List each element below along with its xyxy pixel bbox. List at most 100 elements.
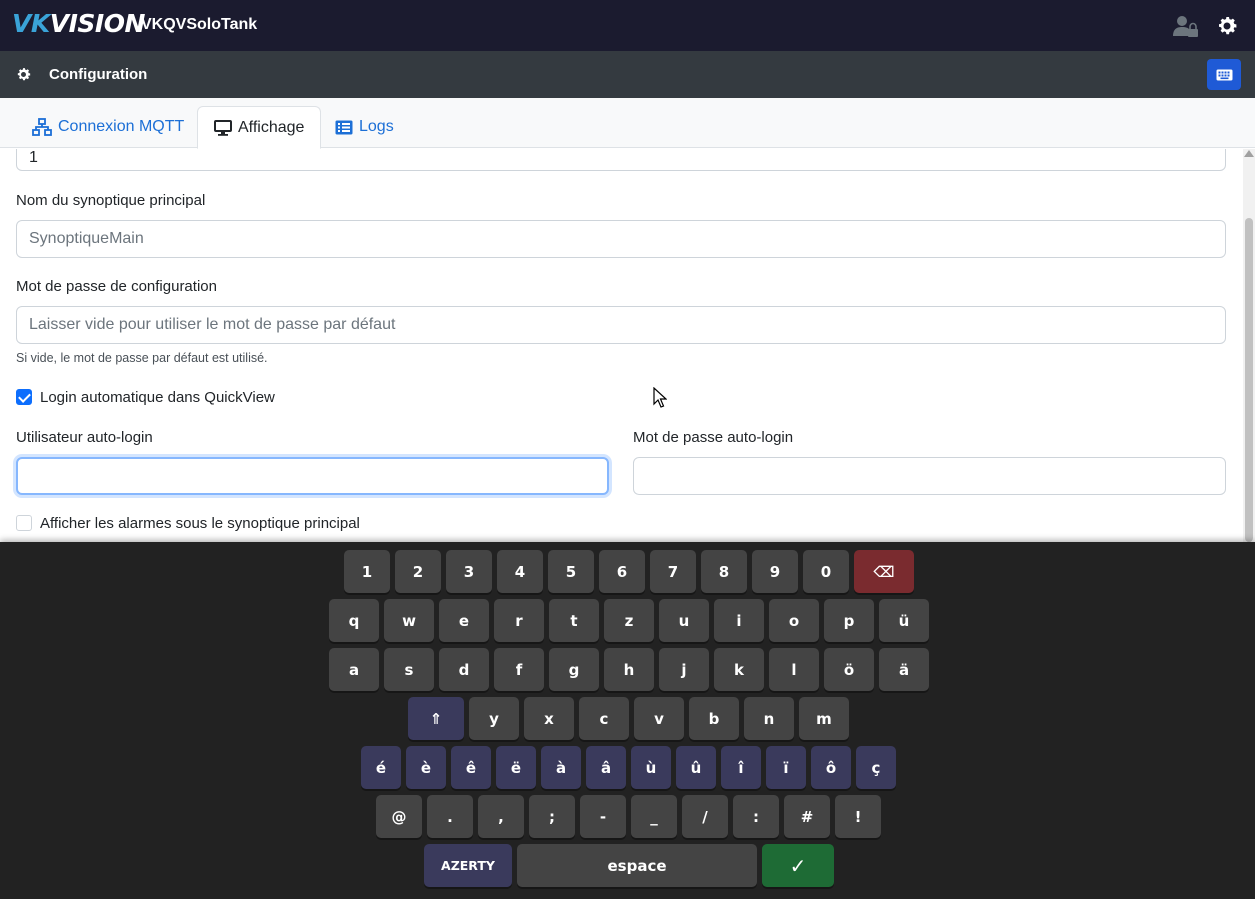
key-accent-5[interactable]: â: [586, 746, 626, 789]
key-q[interactable]: q: [329, 599, 379, 642]
key-j[interactable]: j: [659, 648, 709, 691]
key-t[interactable]: t: [549, 599, 599, 642]
key-accent-8[interactable]: î: [721, 746, 761, 789]
config-password-label: Mot de passe de configuration: [16, 278, 217, 295]
monitor-icon: [214, 119, 232, 136]
key-symbol-2[interactable]: ,: [478, 795, 524, 838]
synoptic-label: Nom du synoptique principal: [16, 192, 206, 209]
alarms-checkbox[interactable]: [16, 515, 32, 531]
gear-icon[interactable]: [1215, 14, 1239, 38]
key-g[interactable]: g: [549, 648, 599, 691]
key-accent-11[interactable]: ç: [856, 746, 896, 789]
key-5[interactable]: 5: [548, 550, 594, 593]
key-u[interactable]: u: [659, 599, 709, 642]
top-number-input[interactable]: 1: [16, 149, 1226, 171]
key-w[interactable]: w: [384, 599, 434, 642]
scroll-up-arrow-icon[interactable]: [1244, 150, 1254, 157]
key-m[interactable]: m: [799, 697, 849, 740]
key-symbol-9[interactable]: !: [835, 795, 881, 838]
shift-key[interactable]: ⇑: [408, 697, 464, 740]
key-8[interactable]: 8: [701, 550, 747, 593]
key-ä[interactable]: ä: [879, 648, 929, 691]
key-v[interactable]: v: [634, 697, 684, 740]
key-n[interactable]: n: [744, 697, 794, 740]
toggle-keyboard-button[interactable]: [1207, 59, 1241, 90]
key-accent-4[interactable]: à: [541, 746, 581, 789]
key-accent-0[interactable]: é: [361, 746, 401, 789]
key-s[interactable]: s: [384, 648, 434, 691]
key-0[interactable]: 0: [803, 550, 849, 593]
key-accent-3[interactable]: ë: [496, 746, 536, 789]
mouse-cursor-icon: [653, 387, 667, 408]
tab-bar: Connexion MQTT Affichage Logs: [0, 98, 1255, 149]
key-b[interactable]: b: [689, 697, 739, 740]
key-6[interactable]: 6: [599, 550, 645, 593]
key-r[interactable]: r: [494, 599, 544, 642]
azerty-layout-key[interactable]: AZERTY: [424, 844, 512, 887]
alarms-checkbox-label: Afficher les alarmes sous le synoptique …: [40, 515, 360, 532]
config-password-input[interactable]: Laisser vide pour utiliser le mot de pas…: [16, 306, 1226, 344]
key-accent-10[interactable]: ô: [811, 746, 851, 789]
autologin-checkbox-label: Login automatique dans QuickView: [40, 389, 275, 406]
app-title: VKQVSoloTank: [141, 16, 258, 33]
tab-logs[interactable]: Logs: [319, 106, 410, 148]
backspace-key[interactable]: ⌫: [854, 550, 914, 593]
key-symbol-6[interactable]: /: [682, 795, 728, 838]
key-accent-6[interactable]: ù: [631, 746, 671, 789]
key-symbol-3[interactable]: ;: [529, 795, 575, 838]
key-9[interactable]: 9: [752, 550, 798, 593]
key-z[interactable]: z: [604, 599, 654, 642]
key-7[interactable]: 7: [650, 550, 696, 593]
key-y[interactable]: y: [469, 697, 519, 740]
tab-affichage[interactable]: Affichage: [197, 106, 322, 149]
key-symbol-0[interactable]: @: [376, 795, 422, 838]
autologin-password-label: Mot de passe auto-login: [633, 429, 794, 446]
key-a[interactable]: a: [329, 648, 379, 691]
autologin-user-input[interactable]: [16, 457, 609, 495]
key-accent-9[interactable]: ï: [766, 746, 806, 789]
key-p[interactable]: p: [824, 599, 874, 642]
scrollbar-thumb[interactable]: [1245, 218, 1253, 542]
key-l[interactable]: l: [769, 648, 819, 691]
key-d[interactable]: d: [439, 648, 489, 691]
network-icon: [32, 118, 52, 136]
tab-label: Logs: [359, 118, 394, 135]
key-x[interactable]: x: [524, 697, 574, 740]
virtual-keyboard: 1 2 3 4 5 6 7 8 9 0 ⌫ q w e r t z u i o p ü a s d f g h j k l ö ä ⇑ y x c v b n…: [0, 542, 1255, 899]
key-e[interactable]: e: [439, 599, 489, 642]
key-symbol-1[interactable]: .: [427, 795, 473, 838]
key-symbol-5[interactable]: _: [631, 795, 677, 838]
key-accent-1[interactable]: è: [406, 746, 446, 789]
key-symbol-8[interactable]: #: [784, 795, 830, 838]
key-k[interactable]: k: [714, 648, 764, 691]
key-symbol-7[interactable]: :: [733, 795, 779, 838]
key-o[interactable]: o: [769, 599, 819, 642]
key-c[interactable]: c: [579, 697, 629, 740]
key-1[interactable]: 1: [344, 550, 390, 593]
gear-icon: [15, 66, 32, 83]
key-accent-2[interactable]: ê: [451, 746, 491, 789]
top-navbar: VKVISION VKQVSoloTank: [0, 0, 1255, 51]
tab-connexion-mqtt[interactable]: Connexion MQTT: [16, 106, 200, 148]
key-3[interactable]: 3: [446, 550, 492, 593]
key-symbol-4[interactable]: -: [580, 795, 626, 838]
key-accent-7[interactable]: û: [676, 746, 716, 789]
synoptic-name-input[interactable]: SynoptiqueMain: [16, 220, 1226, 258]
key-ö[interactable]: ö: [824, 648, 874, 691]
tab-label: Affichage: [238, 118, 305, 136]
vkvision-logo: VKVISION: [12, 8, 145, 38]
space-key[interactable]: espace: [517, 844, 757, 887]
key-ü[interactable]: ü: [879, 599, 929, 642]
password-hint: Si vide, le mot de passe par défaut est …: [16, 351, 268, 365]
key-2[interactable]: 2: [395, 550, 441, 593]
user-lock-icon[interactable]: [1173, 14, 1198, 38]
autologin-checkbox[interactable]: [16, 389, 32, 405]
confirm-key[interactable]: ✓: [762, 844, 834, 887]
key-i[interactable]: i: [714, 599, 764, 642]
autologin-password-input[interactable]: [633, 457, 1226, 495]
keyboard-icon: [1216, 69, 1232, 80]
key-f[interactable]: f: [494, 648, 544, 691]
affichage-form: 1 Nom du synoptique principal Synoptique…: [0, 149, 1243, 542]
key-4[interactable]: 4: [497, 550, 543, 593]
key-h[interactable]: h: [604, 648, 654, 691]
